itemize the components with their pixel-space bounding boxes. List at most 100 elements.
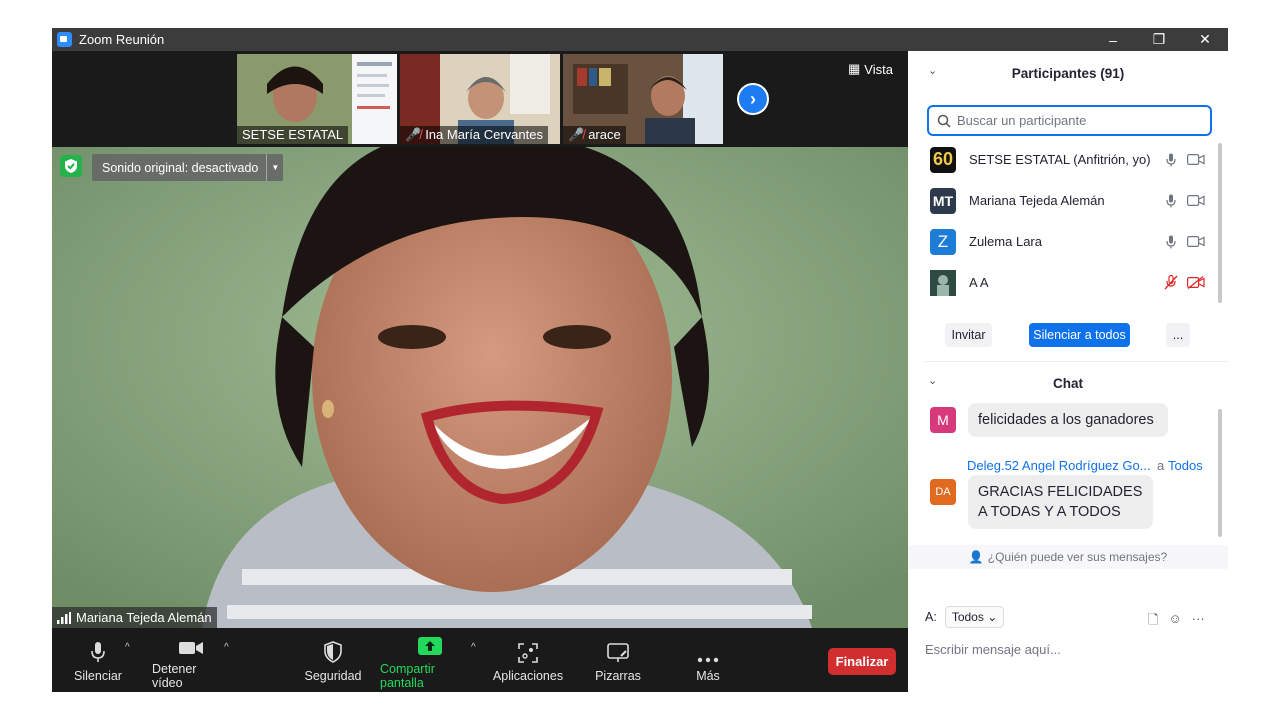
more-label: Más [696,669,720,683]
video-off-icon[interactable] [1187,275,1205,291]
restore-button[interactable]: ❐ [1136,28,1182,51]
chat-message-input[interactable]: Escribir mensaje aquí... [925,642,1061,657]
share-options-caret[interactable]: ^ [471,642,476,653]
invite-button[interactable]: Invitar [945,323,992,347]
end-meeting-button[interactable]: Finalizar [828,648,896,675]
more-options-icon[interactable]: ··· [1192,611,1205,633]
recipient-select[interactable]: Todos ⌄ [944,606,1005,628]
participant-row[interactable]: A A [908,262,1218,303]
video-camera-icon [178,630,204,656]
mic-muted-icon: 🎤̸ [568,127,585,142]
mute-button[interactable]: Silenciar [70,628,126,692]
chat-scrollbar[interactable] [1218,409,1222,537]
video-stage: SETSE ESTATAL 🎤̸ Ina María Cervantes 🎤̸ … [52,51,908,692]
security-label: Seguridad [304,669,362,683]
shield-icon [324,637,342,663]
chat-title: Chat [1053,375,1083,391]
whiteboards-label: Pizarras [595,669,641,683]
who-can-see-label: ¿Quién puede ver sus mensajes? [987,550,1168,564]
thumbnail-video[interactable]: 🎤̸ arace [563,54,723,144]
share-screen-button[interactable]: Compartir pantalla [380,628,480,692]
video-options-caret[interactable]: ^ [224,642,229,653]
apps-icon [518,637,538,663]
mic-muted-icon[interactable] [1164,275,1178,291]
original-sound-label: Sonido original: desactivado [102,160,259,175]
participants-scrollbar[interactable] [1218,143,1222,303]
chat-tools: 🗋 ☺ ··· [1148,611,1205,633]
participants-title: Participantes (91) [1011,65,1125,81]
participant-row[interactable]: 60 SETSE ESTATAL (Anfitrión, yo) [908,139,1218,180]
speaker-name-tag: Mariana Tejeda Alemán [52,607,217,628]
video-camera-icon[interactable] [1187,193,1205,209]
original-sound-toggle[interactable]: Sonido original: desactivado ▼ [92,154,284,181]
file-icon[interactable]: 🗋 [1148,611,1158,633]
to-label: A: [925,610,937,624]
stop-video-label: Detener vídeo [152,662,197,690]
signal-icon [57,611,71,624]
caret-down-icon[interactable]: ▼ [266,154,283,181]
message-sender[interactable]: Deleg.52 Angel Rodríguez Go... [967,458,1151,473]
participant-search-input[interactable]: Buscar un participante [927,105,1212,136]
message-to-prefix: a [1157,458,1165,473]
video-camera-icon[interactable] [1187,152,1205,168]
microphone-icon [90,637,106,663]
participant-name: A A [969,275,989,290]
avatar: Z [930,228,956,255]
apps-button[interactable]: Aplicaciones [493,628,563,692]
thumbnail-video[interactable]: SETSE ESTATAL [237,54,397,144]
whiteboard-icon [607,637,629,663]
chevron-down-icon[interactable]: ⌄ [928,64,937,77]
more-button[interactable]: Más [684,628,732,692]
emoji-icon[interactable]: ☺ [1168,611,1181,633]
mute-options-caret[interactable]: ^ [125,642,130,653]
avatar: 60 [930,146,956,173]
chevron-down-icon[interactable]: ⌄ [928,374,937,387]
minimize-button[interactable]: – [1090,28,1136,51]
microphone-icon[interactable] [1164,152,1178,168]
main-speaker-video[interactable]: Sonido original: desactivado ▼ Mariana T… [52,147,908,628]
share-label: Compartir pantalla [380,662,435,690]
participant-row[interactable]: MT Mariana Tejeda Alemán [908,180,1218,221]
thumbnail-name: 🎤̸ arace [563,126,626,144]
chat-message: felicidades a los ganadores [968,403,1168,437]
who-can-see-messages[interactable]: 👤 ¿Quién puede ver sus mensajes? [908,545,1228,569]
avatar [930,269,956,296]
participant-row[interactable]: Z Zulema Lara [908,221,1218,262]
avatar-photo [930,269,956,296]
whiteboards-button[interactable]: Pizarras [592,628,644,692]
chevron-right-icon: › [750,88,756,109]
divider [925,361,1228,362]
participant-name: Zulema Lara [969,234,1042,249]
thumbnail-name: SETSE ESTATAL [237,126,349,144]
message-recipient[interactable]: Todos [1168,458,1203,473]
zoom-logo-icon [57,32,72,47]
video-camera-icon[interactable] [1187,234,1205,250]
search-icon [937,114,951,128]
chevron-down-icon: ⌄ [987,610,998,624]
avatar: DA [930,479,956,505]
participant-name: Mariana Tejeda Alemán [969,193,1105,208]
view-button[interactable]: ▦ Vista [848,61,893,77]
close-button[interactable]: ✕ [1182,28,1228,51]
participants-more-button[interactable]: ... [1166,323,1190,347]
person-icon: 👤 [968,550,984,564]
stop-video-button[interactable]: Detener vídeo [152,628,230,692]
thumbnail-video[interactable]: 🎤̸ Ina María Cervantes [400,54,560,144]
window-title: Zoom Reunión [79,32,165,47]
microphone-icon[interactable] [1164,193,1178,209]
next-page-button[interactable]: › [737,83,769,115]
microphone-icon[interactable] [1164,234,1178,250]
title-bar: Zoom Reunión – ❐ ✕ [52,28,1228,51]
grid-icon: ▦ [848,61,861,76]
zoom-window: Zoom Reunión – ❐ ✕ SETSE ESTATAL 🎤̸ Ina … [52,28,1228,692]
side-panel: ⌄ Participantes (91) Buscar un participa… [908,51,1228,692]
chat-header: ⌄ Chat [908,371,1228,395]
chat-message: GRACIAS FELICIDADES A TODAS Y A TODOS [968,475,1153,529]
thumbnail-strip: SETSE ESTATAL 🎤̸ Ina María Cervantes 🎤̸ … [52,51,908,147]
security-button[interactable]: Seguridad [304,628,362,692]
encryption-shield-icon[interactable] [60,155,82,177]
more-dots-icon [697,637,719,663]
mute-all-button[interactable]: Silenciar a todos [1029,323,1130,347]
share-screen-icon [417,630,443,656]
participant-name: SETSE ESTATAL (Anfitrión, yo) [969,152,1151,167]
